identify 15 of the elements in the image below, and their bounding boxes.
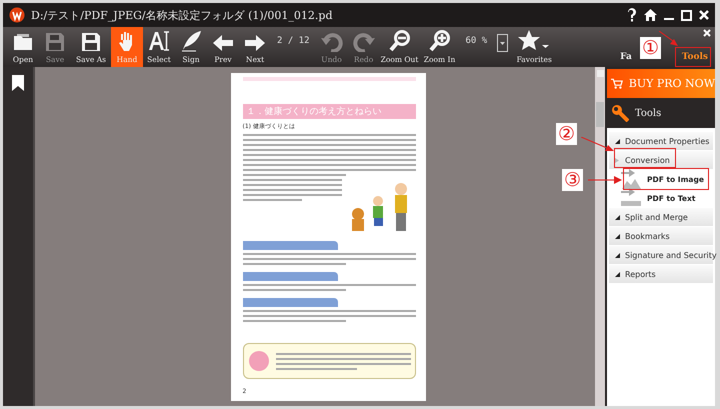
panel-tab[interactable]: Tools [678,50,711,64]
callout-number: ① [640,37,662,59]
section-header[interactable]: Reports [609,265,713,283]
toolbar-text: 2 / 12 [277,36,310,46]
section-header[interactable]: Split and Merge [609,208,713,226]
callout-number: ③ [562,169,584,191]
document-heading: １．健康づくりの考え方とねらい [242,104,416,119]
section-header[interactable]: Conversion [609,151,713,169]
callout-number: ② [556,123,578,145]
panel-tab[interactable]: Fa [617,50,635,64]
window-title: D:/テスト/PDF_JPEG/名称未設定フォルダ (1)/001_012.pd [31,8,334,22]
panel-header: Tools [635,108,662,118]
section-header[interactable]: Bookmarks [609,227,713,245]
section-header[interactable]: Document Properties [609,132,713,150]
toolbar-text: 60 % [466,36,488,46]
